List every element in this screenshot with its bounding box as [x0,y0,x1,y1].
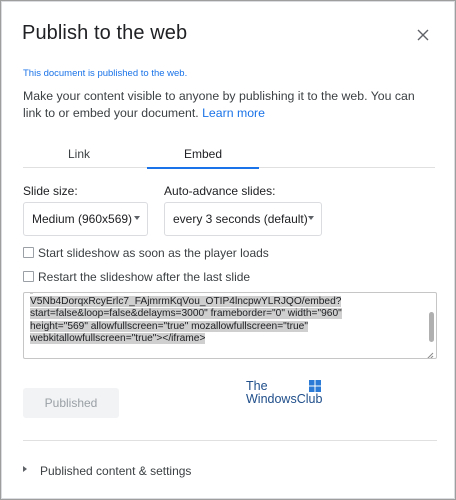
auto-advance-value: every 3 seconds (default) [173,212,308,226]
watermark-line2: WindowsClub [246,392,323,406]
auto-advance-label: Auto-advance slides: [164,184,276,198]
chevron-right-icon [23,466,27,472]
code-line: webkitallowfullscreen="true"></iframe> [30,333,206,344]
embed-code: V5Nb4DorqxRcyErlc7_FAjmrmKqVou_OTIP4lncp… [30,293,424,346]
scrollbar-thumb[interactable] [429,312,434,342]
start-slideshow-checkbox[interactable] [23,247,34,258]
restart-slideshow-label: Restart the slideshow after the last sli… [38,270,251,284]
dialog-title: Publish to the web [22,22,188,44]
slide-size-value: Medium (960x569) [32,212,133,226]
resize-handle-icon[interactable] [425,347,434,358]
close-icon[interactable] [412,24,434,46]
start-slideshow-label: Start slideshow as soon as the player lo… [38,246,269,260]
watermark-logo: The WindowsClub [246,380,336,408]
tab-link[interactable]: Link [23,144,135,168]
chevron-down-icon [308,216,314,220]
code-line: start=false&loop=false&delayms=3000" fra… [30,308,342,319]
code-line-partial [30,293,33,294]
chevron-down-icon [134,216,140,220]
divider [23,440,437,441]
auto-advance-select[interactable]: every 3 seconds (default) [164,202,322,236]
publish-dialog: Publish to the web This document is publ… [1,1,455,499]
expander-label: Published content & settings [40,464,192,478]
restart-slideshow-checkbox[interactable] [23,271,34,282]
slide-size-label: Slide size: [23,184,78,198]
published-button[interactable]: Published [23,388,119,418]
description: Make your content visible to anyone by p… [23,88,435,122]
learn-more-link[interactable]: Learn more [202,106,265,120]
code-line: V5Nb4DorqxRcyErlc7_FAjmrmKqVou_OTIP4lncp… [30,295,342,307]
tab-embed[interactable]: Embed [147,144,259,169]
code-line: height="569" allowfullscreen="true" moza… [30,320,308,332]
slide-size-select[interactable]: Medium (960x569) [23,202,148,236]
windows-logo-icon [309,380,321,392]
published-notice: This document is published to the web. [23,68,188,79]
tab-bar: Link Embed [23,144,435,169]
embed-code-textarea[interactable]: V5Nb4DorqxRcyErlc7_FAjmrmKqVou_OTIP4lncp… [23,292,437,359]
